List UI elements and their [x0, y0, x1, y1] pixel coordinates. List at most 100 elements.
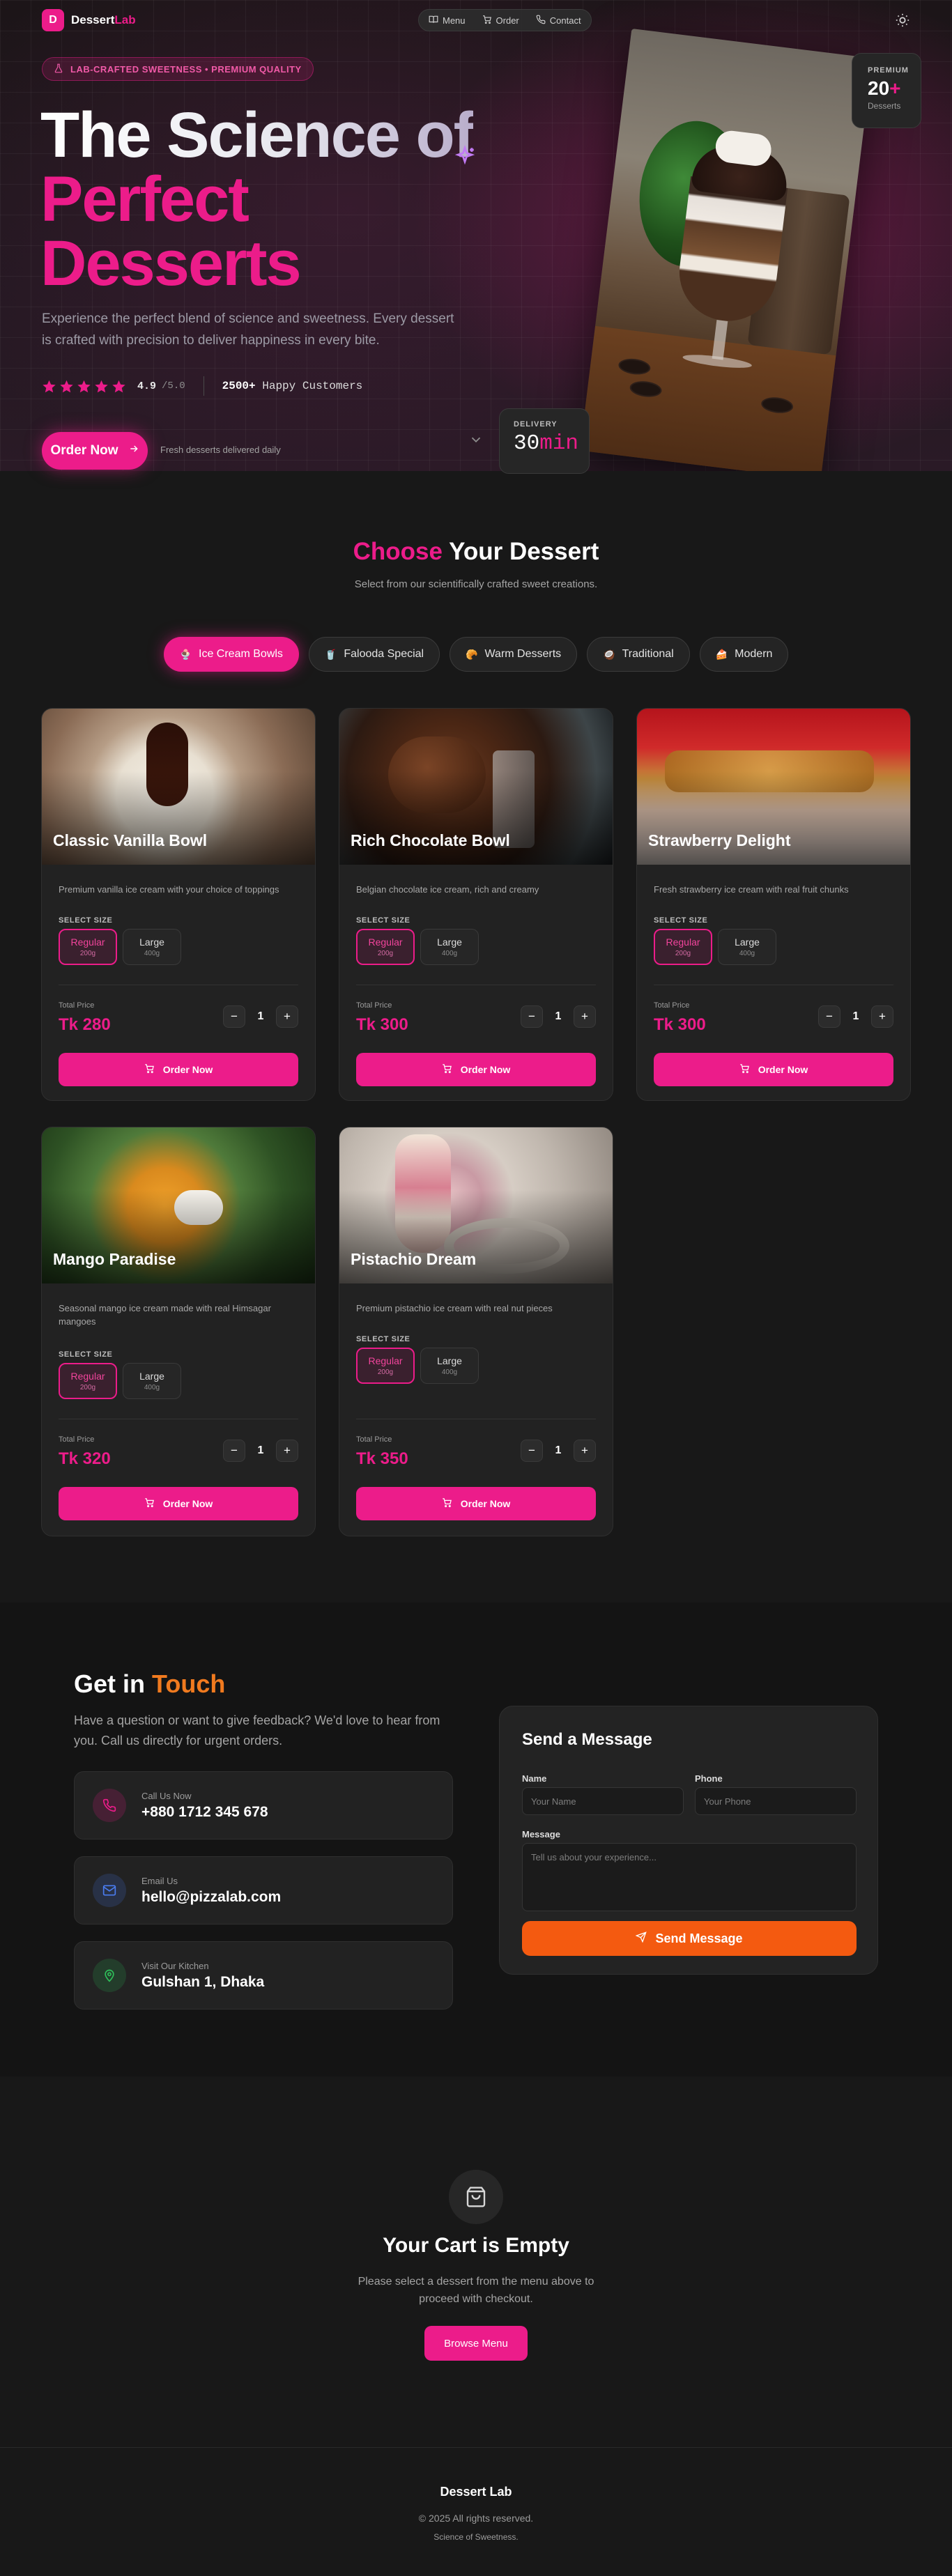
size-option-regular[interactable]: Regular 200g [356, 1348, 415, 1384]
size-option-regular[interactable]: Regular 200g [59, 929, 117, 965]
contact-value: +880 1712 345 678 [141, 1803, 268, 1820]
size-label: SELECT SIZE [59, 1350, 113, 1359]
cart-icon [482, 15, 492, 26]
map-pin-icon [93, 1959, 126, 1992]
size-option-large[interactable]: Large 400g [718, 929, 776, 965]
contact-label: Call Us Now [141, 1790, 192, 1801]
nav-item-menu[interactable]: Menu [429, 15, 466, 26]
contact-label: Visit Our Kitchen [141, 1960, 209, 1971]
order-now-button[interactable]: Order Now [59, 1053, 298, 1086]
logo[interactable]: D DessertLab [42, 9, 136, 31]
rating-stars [42, 379, 126, 394]
tab-traditional[interactable]: 🥥 Traditional [587, 637, 690, 672]
happy-customers: 2500+ Happy Customers [222, 380, 363, 392]
nav-item-order[interactable]: Order [482, 15, 519, 26]
quantity-stepper: − 1 + [521, 1004, 596, 1029]
phone-icon [93, 1789, 126, 1822]
total-price-label: Total Price [59, 1435, 95, 1444]
quantity-stepper: − 1 + [223, 1438, 298, 1463]
tab-ice-cream-bowls[interactable]: 🍨 Ice Cream Bowls [163, 637, 299, 672]
order-now-button[interactable]: Order Now [59, 1487, 298, 1520]
cart-icon [144, 1497, 155, 1510]
product-name: Classic Vanilla Bowl [53, 831, 208, 849]
ice-cream-icon: 🍨 [179, 648, 192, 660]
rating-max: /5.0 [162, 380, 185, 392]
size-option-large[interactable]: Large 400g [123, 1363, 181, 1399]
star-icon [112, 380, 125, 392]
quantity-value: 1 [257, 1010, 264, 1022]
footer-divider [0, 2447, 952, 2448]
hero-dessert-image [580, 29, 873, 471]
name-label: Name [522, 1773, 547, 1784]
product-description: Premium vanilla ice cream with your choi… [59, 884, 279, 895]
message-field[interactable] [522, 1843, 857, 1911]
size-option-regular[interactable]: Regular 200g [59, 1363, 117, 1399]
phone-icon [536, 15, 546, 26]
quantity-stepper: − 1 + [818, 1004, 893, 1029]
tab-modern[interactable]: 🍰 Modern [699, 637, 789, 672]
decrement-button[interactable]: − [818, 1005, 840, 1028]
total-price-label: Total Price [356, 1435, 392, 1444]
footer-brand: Dessert Lab [440, 2485, 512, 2499]
cart-icon [442, 1063, 452, 1076]
cart-subtitle: Please select a dessert from the menu ab… [358, 2276, 594, 2305]
rating-row: 4.9 /5.0 2500+ Happy Customers [42, 376, 362, 396]
hero-order-button[interactable]: Order Now [42, 432, 148, 470]
total-price-label: Total Price [59, 1001, 95, 1010]
contact-label: Email Us [141, 1875, 178, 1886]
size-option-regular[interactable]: Regular 200g [356, 929, 415, 965]
increment-button[interactable]: + [276, 1440, 298, 1462]
size-option-large[interactable]: Large 400g [420, 1348, 479, 1384]
browse-menu-button[interactable]: Browse Menu [424, 2326, 528, 2361]
contact-phone-card[interactable]: Call Us Now +880 1712 345 678 [74, 1771, 453, 1840]
phone-label: Phone [695, 1773, 723, 1784]
cart-title: Your Cart is Empty [383, 2234, 569, 2257]
order-now-button[interactable]: Order Now [654, 1053, 893, 1086]
order-now-button[interactable]: Order Now [356, 1053, 596, 1086]
nav-item-contact[interactable]: Contact [536, 15, 581, 26]
send-message-button[interactable]: Send Message [522, 1921, 857, 1956]
product-name: Mango Paradise [53, 1250, 176, 1268]
increment-button[interactable]: + [871, 1005, 893, 1028]
increment-button[interactable]: + [574, 1005, 596, 1028]
cart-icon [144, 1063, 155, 1076]
name-field[interactable] [522, 1787, 684, 1815]
theme-toggle-button[interactable] [895, 13, 910, 28]
size-option-large[interactable]: Large 400g [420, 929, 479, 965]
hero-title: The Science of Perfect Desserts [40, 100, 475, 299]
increment-button[interactable]: + [276, 1005, 298, 1028]
decrement-button[interactable]: − [223, 1440, 245, 1462]
decrement-button[interactable]: − [521, 1440, 543, 1462]
contact-email-card[interactable]: Email Us hello@pizzalab.com [74, 1856, 453, 1925]
product-description: Fresh strawberry ice cream with real fru… [654, 884, 849, 895]
size-option-regular[interactable]: Regular 200g [654, 929, 712, 965]
product-description: Seasonal mango ice cream made with real … [59, 1303, 271, 1327]
tab-falooda-special[interactable]: 🥤 Falooda Special [308, 637, 440, 672]
delivery-stat-card: DELIVERY 30min [499, 408, 590, 474]
form-title: Send a Message [522, 1730, 652, 1749]
star-icon [60, 380, 73, 392]
footer-copyright: © 2025 All rights reserved. [418, 2513, 534, 2524]
chevron-down-icon[interactable] [468, 432, 484, 447]
product-price: Tk 320 [59, 1449, 111, 1468]
contact-section: Get in Touch Have a question or want to … [0, 1603, 952, 2076]
message-form: Send a Message Name Phone Message Send M… [499, 1706, 878, 1975]
product-card: Mango Paradise Seasonal mango ice cream … [41, 1127, 316, 1536]
phone-field[interactable] [695, 1787, 857, 1815]
contact-location-card[interactable]: Visit Our Kitchen Gulshan 1, Dhaka [74, 1941, 453, 2010]
quantity-stepper: − 1 + [521, 1438, 596, 1463]
menu-subtitle: Select from our scientifically crafted s… [354, 578, 598, 590]
decrement-button[interactable]: − [223, 1005, 245, 1028]
star-icon [95, 380, 108, 392]
flask-icon [54, 63, 63, 75]
message-label: Message [522, 1829, 560, 1840]
book-icon [429, 15, 438, 26]
product-card: Rich Chocolate Bowl Belgian chocolate ic… [339, 708, 613, 1101]
size-option-large[interactable]: Large 400g [123, 929, 181, 965]
tab-warm-desserts[interactable]: 🥐 Warm Desserts [450, 637, 578, 672]
product-name: Pistachio Dream [351, 1250, 477, 1268]
order-now-button[interactable]: Order Now [356, 1487, 596, 1520]
decrement-button[interactable]: − [521, 1005, 543, 1028]
increment-button[interactable]: + [574, 1440, 596, 1462]
product-card: Pistachio Dream Premium pistachio ice cr… [339, 1127, 613, 1536]
